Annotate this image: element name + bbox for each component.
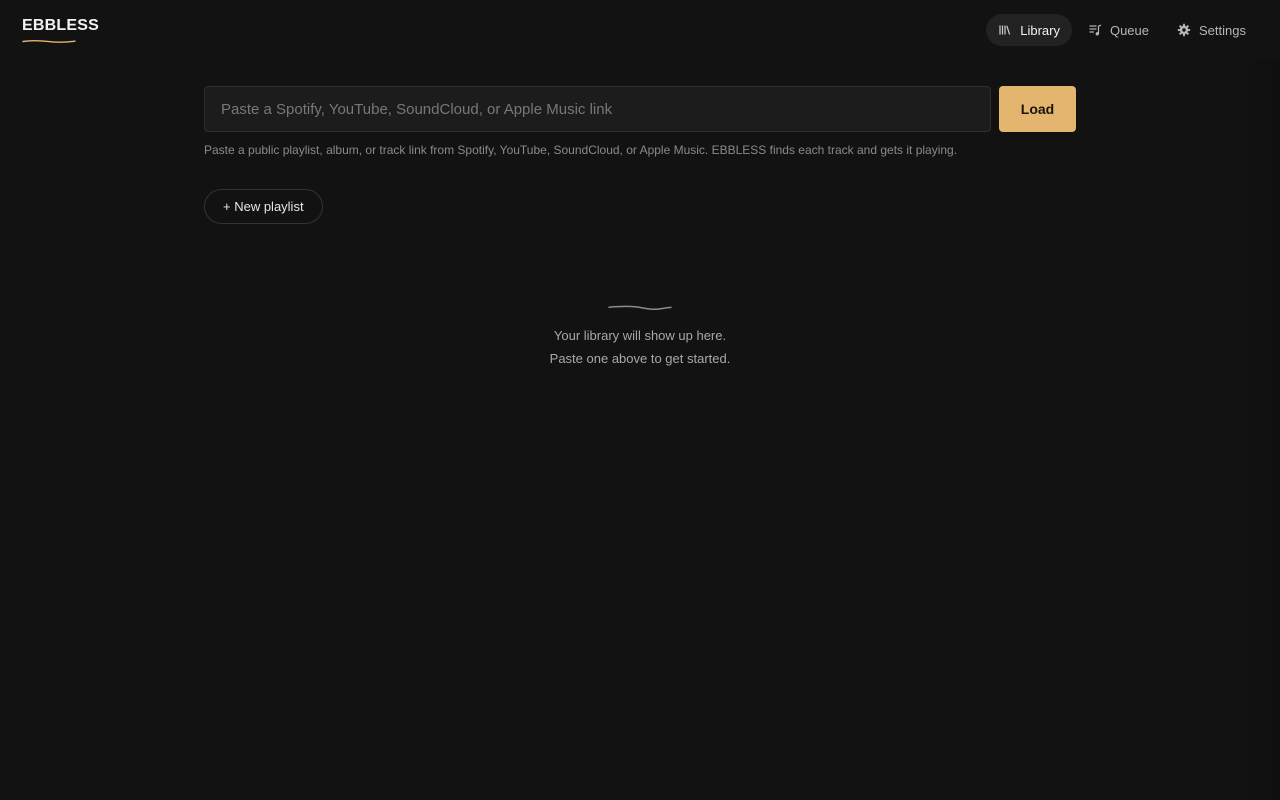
main-nav: Library Queue Settings (986, 14, 1258, 46)
wave-underline-icon (22, 39, 76, 43)
top-bar: EBBLESS Library Queue Settings (0, 0, 1280, 60)
nav-queue[interactable]: Queue (1076, 14, 1161, 46)
empty-state-instruction: Paste one above to get started. (549, 351, 731, 366)
new-playlist-button[interactable]: + New playlist (204, 189, 323, 224)
nav-settings[interactable]: Settings (1165, 14, 1258, 46)
queue-icon (1089, 24, 1102, 36)
link-search-row: Load (204, 86, 1076, 132)
gear-icon (1177, 23, 1191, 37)
edge-shade (1240, 60, 1280, 800)
load-button[interactable]: Load (999, 86, 1076, 132)
empty-state-message: Your library will show up here. (553, 328, 727, 343)
nav-library[interactable]: Library (986, 14, 1072, 46)
nav-library-label: Library (1020, 22, 1060, 38)
library-main: Load Paste a public playlist, album, or … (204, 86, 1076, 224)
library-icon (999, 25, 1011, 35)
brand-name: EBBLESS (22, 17, 99, 34)
empty-library-state: Your library will show up here. Paste on… (0, 304, 1280, 370)
nav-queue-label: Queue (1109, 22, 1150, 38)
nav-settings-label: Settings (1199, 22, 1246, 38)
wave-icon (608, 305, 672, 311)
brand-logo[interactable]: EBBLESS (22, 16, 99, 44)
link-input[interactable] (204, 86, 991, 132)
app-window: EBBLESS Library Queue Settings Paste a S… (0, 0, 1280, 800)
link-hint: Paste a public playlist, album, or track… (204, 143, 958, 157)
